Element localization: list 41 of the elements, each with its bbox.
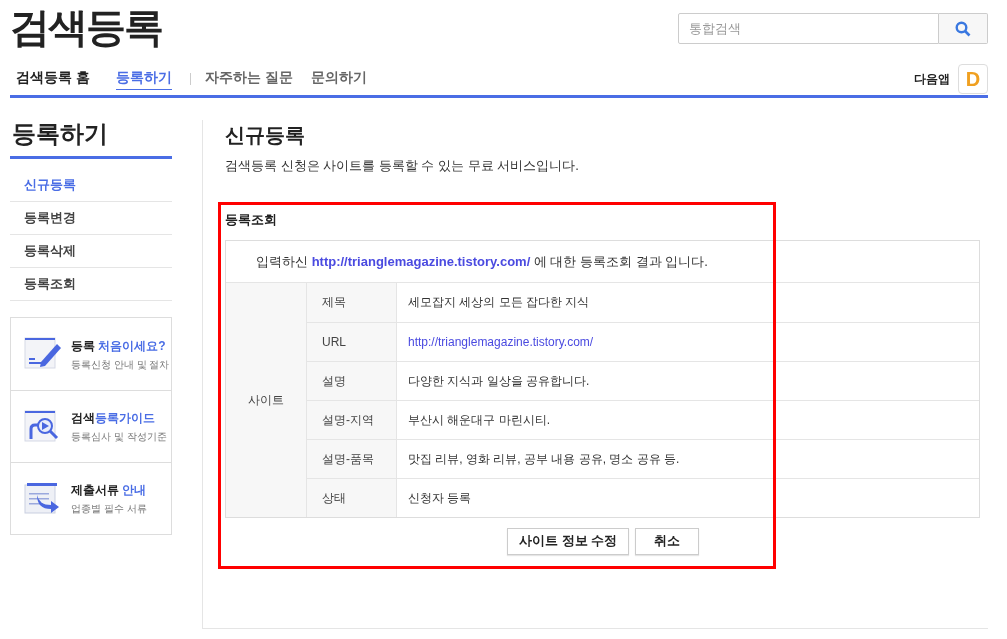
table-cell-text: 신청자 등록 [407, 489, 473, 507]
promo-subtitle: 등록신청 안내 및 절차 [71, 357, 170, 372]
search-button[interactable] [939, 13, 988, 44]
edit-site-button[interactable]: 사이트 정보 수정 [507, 527, 630, 555]
cancel-button[interactable]: 취소 [635, 527, 700, 555]
sidebar-item[interactable]: 등록변경 [10, 202, 172, 235]
pencil-note-icon [23, 336, 63, 372]
page-title: 신규등록 [225, 123, 306, 148]
table-cell-text: 맛집 리뷰, 영화 리뷰, 공부 내용 공유, 명소 공유 등. [407, 450, 681, 468]
table-cell: 설명-지역 [307, 400, 397, 439]
nav-link[interactable]: 문의하기 [310, 67, 367, 90]
table-cell: 설명 [307, 361, 397, 400]
sidebar-item[interactable]: 등록삭제 [10, 235, 172, 268]
table-cell-text: 세모잡지 세상의 모든 잡다한 지식 [407, 294, 591, 311]
table-cell-text: 다양한 지식과 일상을 공유합니다. [407, 372, 591, 390]
search-icon [955, 20, 971, 37]
section-title: 등록조회 [225, 210, 278, 229]
promo-title[interactable]: 검색등록가이드 [71, 409, 167, 427]
result-intro: 입력하신 http://trianglemagazine.tistory.com/ 에 대한 등록조회 결과 입니다. [226, 240, 979, 283]
table-cell-text: 부산시 해운대구 마린시티. [407, 411, 551, 429]
app-label: 다음앱 [914, 70, 950, 88]
sidebar-title: 등록하기 [10, 116, 172, 159]
site-logo[interactable]: 검색등록 [10, 2, 162, 52]
nav-link[interactable]: 등록하기 [115, 67, 172, 90]
nav-link[interactable]: 검색등록 홈 [16, 67, 90, 90]
nav-link[interactable]: 자주하는 질문 [204, 67, 293, 90]
promo-title[interactable]: 제출서류 안내 [71, 481, 147, 499]
table-cell: URL [307, 322, 397, 361]
table-cell: 설명-품목 [307, 439, 397, 478]
table-cell: 제목 [307, 282, 397, 322]
search-field[interactable]: 통합검색 [678, 13, 939, 44]
sidebar-item[interactable]: 등록조회 [10, 268, 172, 301]
url-link[interactable]: http://trianglemagazine.tistory.com/ [311, 253, 531, 269]
site-url-link[interactable]: http://trianglemagazine.tistory.com/ [408, 332, 594, 351]
promo-subtitle: 등록심사 및 작성기준 [71, 430, 167, 444]
table-cell: 상태 [307, 478, 397, 517]
sidebar-item[interactable]: 신규등록 [10, 169, 172, 202]
table-cell: 사이트 [226, 282, 307, 517]
page-description: 검색등록 신청은 사이트를 등록할 수 있는 무료 서비스입니다. [225, 157, 580, 175]
promo-subtitle: 업종별 필수 서류 [71, 502, 147, 516]
promo-title[interactable]: 등록 처음이세요? [71, 336, 170, 355]
